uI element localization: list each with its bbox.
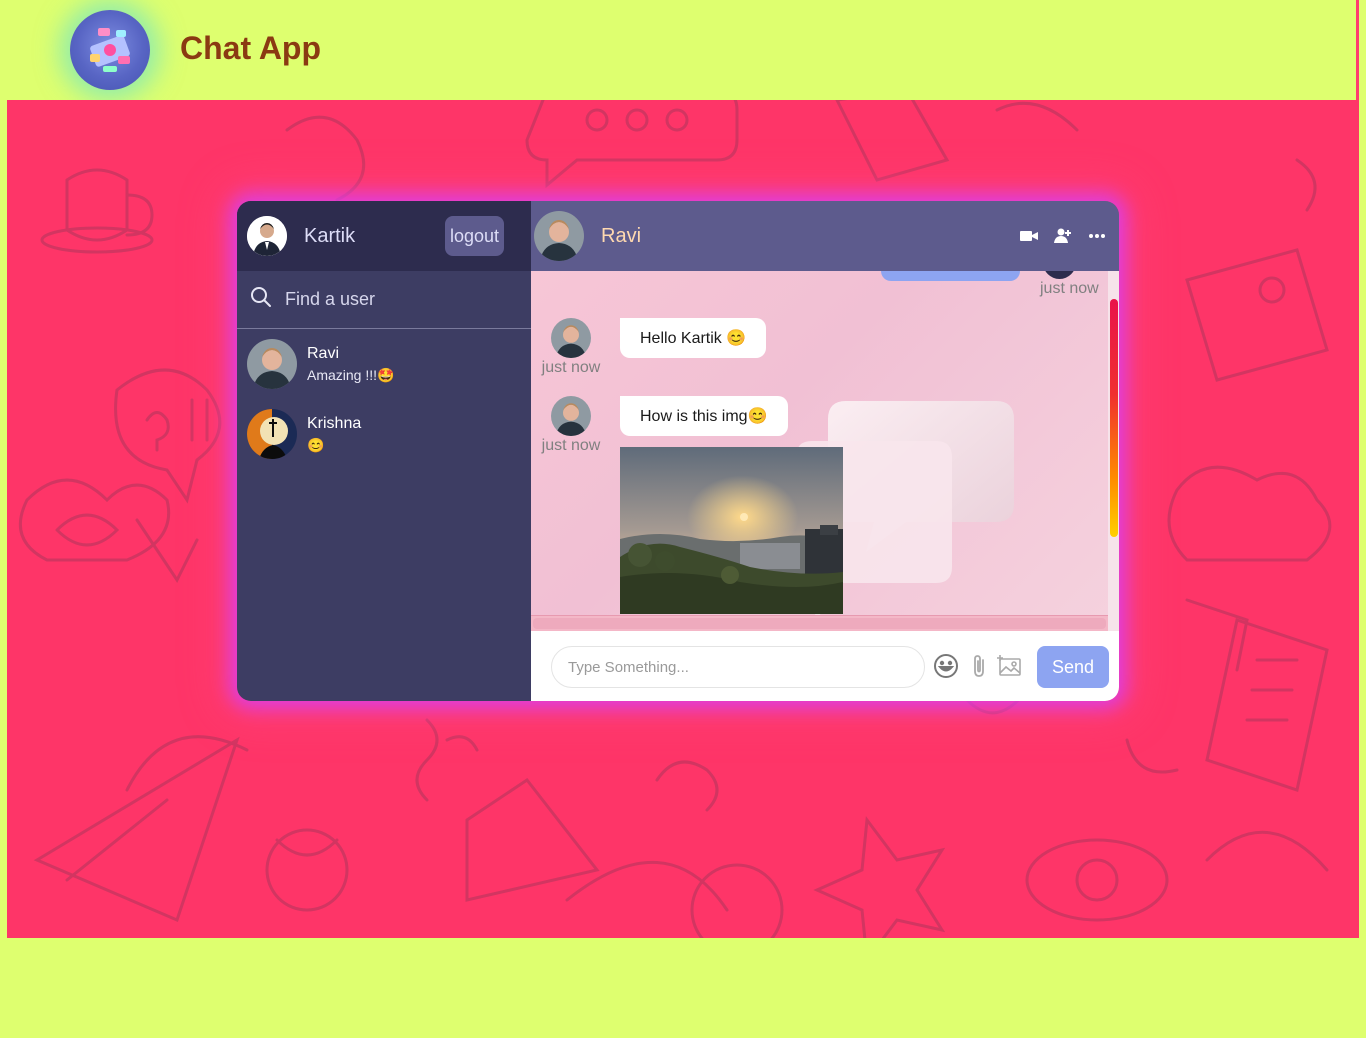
contact-name: Ravi <box>601 224 642 247</box>
attach-icon[interactable] <box>967 653 993 679</box>
send-button[interactable]: Send <box>1037 646 1109 688</box>
image-icon[interactable] <box>997 653 1023 679</box>
app-title: Chat App <box>180 30 322 66</box>
chat-panel: Ravi just now just now Hello Kartik 😊 ju… <box>531 201 1119 701</box>
vertical-scrollbar[interactable] <box>1108 271 1119 631</box>
app-header: Chat App <box>0 0 1356 100</box>
user-search <box>237 271 531 329</box>
message-input[interactable] <box>551 646 925 688</box>
user-avatar <box>247 339 297 389</box>
message-image[interactable] <box>620 447 843 614</box>
user-avatar <box>247 409 297 459</box>
chat-list-item-ravi[interactable]: Ravi Amazing !!!🤩 <box>237 329 531 399</box>
chat-list-item-krishna[interactable]: Krishna 😊 <box>237 399 531 469</box>
current-user-name: Kartik <box>304 224 356 247</box>
edge-strip <box>1356 0 1359 100</box>
chat-list-name: Krishna <box>307 414 362 432</box>
chat-window: Kartik logout Ravi Amaz <box>237 201 1119 701</box>
more-icon[interactable] <box>1087 226 1107 246</box>
scrollbar-thumb[interactable] <box>1110 299 1118 537</box>
chat-header: Ravi <box>531 201 1119 271</box>
message-time: just now <box>1040 280 1099 297</box>
emoji-icon[interactable] <box>933 653 959 679</box>
horizontal-scrollbar[interactable] <box>531 615 1108 631</box>
message-time: just now <box>541 359 601 376</box>
add-user-icon[interactable] <box>1053 226 1073 246</box>
chat-list-name: Ravi <box>307 344 340 362</box>
message-text: Hello Kartik 😊 <box>620 318 767 358</box>
sidebar: Kartik logout Ravi Amaz <box>237 201 531 701</box>
owner-avatar <box>1043 271 1076 279</box>
contact-avatar <box>534 211 584 261</box>
sender-avatar <box>551 396 591 436</box>
message-input-bar: Send <box>531 631 1119 701</box>
owner-message-bubble <box>881 271 1020 281</box>
app-logo-icon <box>70 10 150 90</box>
message-item: just now Hello Kartik 😊 <box>541 318 767 377</box>
chat-list-last-message: Amazing !!!🤩 <box>307 366 395 383</box>
message-time: just now <box>541 437 601 454</box>
chat-list-last-message: 😊 <box>307 436 325 453</box>
sidebar-navbar: Kartik logout <box>237 201 531 271</box>
current-user-avatar <box>247 216 287 256</box>
search-input[interactable] <box>285 289 505 310</box>
scrollbar-thumb[interactable] <box>533 618 1106 629</box>
message-list[interactable]: just now just now Hello Kartik 😊 just no… <box>531 271 1119 631</box>
logout-button[interactable]: logout <box>445 216 504 256</box>
video-camera-icon[interactable] <box>1019 226 1039 246</box>
sender-avatar <box>551 318 591 358</box>
message-text: How is this img😊 <box>620 396 788 436</box>
search-icon <box>249 285 273 314</box>
